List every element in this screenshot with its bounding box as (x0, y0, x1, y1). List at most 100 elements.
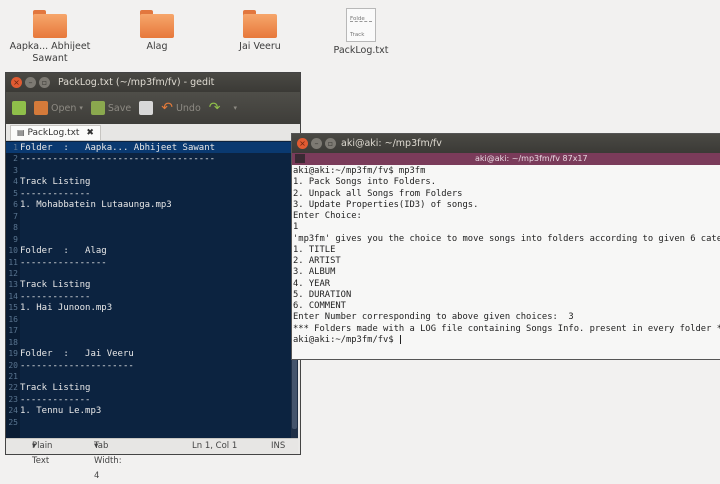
line-number: 2 (13, 154, 18, 164)
line-number: 4 (13, 177, 18, 187)
terminal-line-text: 2. Unpack all Songs from Folders (293, 188, 463, 199)
editor-line: 4 Track Listing (6, 176, 90, 187)
maximize-icon[interactable]: ▫ (325, 138, 336, 149)
new-button[interactable] (12, 101, 26, 115)
editor-line: 20 --------------------- (6, 360, 134, 371)
redo-button[interactable]: ↷ ▾ (209, 100, 237, 116)
close-tab-icon[interactable]: ✖ (86, 128, 94, 138)
terminal-titlebar[interactable]: × – ▫ aki@aki: ~/mp3fm/fv (292, 134, 720, 153)
folder-icon (243, 10, 277, 38)
editor-line: 25 (6, 417, 20, 428)
desktop-icon-label: Jai Veeru (239, 41, 281, 52)
line-text: 1. Hai Junoon.mp3 (20, 303, 113, 314)
editor-line: 9 (6, 234, 20, 245)
desktop-icon-packlog[interactable]: Folde Track PackLog.txt (316, 6, 406, 57)
language-selector[interactable]: Plain Text ▾ (32, 439, 52, 466)
print-button[interactable] (139, 101, 154, 115)
folder-icon (140, 10, 174, 38)
new-document-icon (12, 101, 26, 115)
editor-line: 14 ------------- (6, 291, 90, 302)
terminal-line: 1. TITLE (293, 245, 335, 256)
editor-line: 18 (6, 337, 20, 348)
terminal-line: 4. YEAR (293, 279, 330, 290)
editor-line: 3 (6, 165, 20, 176)
editor-line: 23 ------------- (6, 394, 90, 405)
desktop-icon-label: PackLog.txt (333, 45, 389, 56)
gedit-window: × – ▫ PackLog.txt (~/mp3fm/fv) - gedit O… (5, 72, 301, 481)
save-icon (90, 101, 105, 115)
close-icon[interactable]: × (11, 77, 22, 88)
line-number: 9 (13, 234, 18, 244)
undo-icon: ↶ (161, 100, 173, 116)
terminal-line: 6. COMMENT (293, 301, 346, 312)
print-icon (139, 101, 154, 115)
terminal-tab[interactable]: aki@aki: ~/mp3fm/fv 87x17 (292, 153, 720, 165)
editor-line: 17 (6, 325, 20, 336)
desktop-icon-folder-alag[interactable]: Alag (112, 6, 202, 53)
undo-button[interactable]: ↶ Undo (161, 100, 201, 116)
desktop-icon-folder-aapka[interactable]: Aapka... Abhijeet Sawant (5, 6, 95, 65)
chevron-down-icon[interactable]: ▾ (79, 104, 83, 112)
line-number: 17 (8, 326, 18, 336)
line-number: 22 (8, 383, 18, 393)
tab-packlog[interactable]: ▤ PackLog.txt ✖ (10, 125, 101, 140)
line-number: 21 (8, 372, 18, 381)
editor-line: 8 (6, 222, 20, 233)
line-text: ---------------- (20, 257, 107, 268)
line-text: 1. Tennu Le.mp3 (20, 406, 102, 417)
terminal-line: 3. ALBUM (293, 267, 335, 278)
open-button[interactable]: Open ▾ (34, 101, 83, 115)
terminal-line: 'mp3fm' gives you the choice to move son… (293, 234, 720, 245)
line-number: 14 (8, 291, 18, 301)
minimize-icon[interactable]: – (311, 138, 322, 149)
terminal-output[interactable]: aki@aki:~/mp3fm/fv$ mp3fm 1. Pack Songs i… (292, 165, 720, 359)
terminal-line-text: *** Folders made with a LOG file contain… (293, 323, 720, 334)
redo-icon: ↷ (208, 100, 221, 116)
line-number: 1 (13, 143, 18, 152)
gedit-titlebar[interactable]: × – ▫ PackLog.txt (~/mp3fm/fv) - gedit (6, 73, 300, 92)
desktop-icon-folder-jai-veeru[interactable]: Jai Veeru (215, 6, 305, 53)
line-text: --------------------- (20, 360, 134, 371)
terminal-line-text: 2. ARTIST (293, 256, 341, 266)
editor-line: 12 (6, 268, 20, 279)
line-number: 5 (13, 188, 18, 198)
line-text: Folder : Jai Veeru (20, 349, 134, 360)
terminal-line-text: 3. ALBUM (293, 267, 336, 278)
editor-line: 10 Folder : Alag (6, 245, 106, 256)
terminal-line-text: 4. YEAR (293, 278, 331, 289)
text-file-icon: ▤ (17, 128, 25, 137)
line-number: 13 (8, 280, 18, 290)
editor-line: 15 1. Hai Junoon.mp3 (6, 302, 112, 313)
close-icon[interactable]: × (297, 138, 308, 149)
editor-line: 7 (6, 211, 20, 222)
line-number: 19 (8, 349, 18, 359)
gedit-toolbar: Open ▾ Save ↶ Undo ↷ ▾ (6, 92, 300, 124)
terminal-window: × – ▫ aki@aki: ~/mp3fm/fv aki@aki: ~/mp3… (291, 133, 720, 360)
minimize-icon[interactable]: – (25, 77, 36, 88)
editor-line: 2 ------------------------------------ (6, 153, 215, 164)
editor-line: 5 ------------- (6, 188, 90, 199)
line-number: 8 (13, 223, 18, 233)
terminal-line: 1. Pack Songs into Folders. (293, 177, 436, 188)
maximize-icon[interactable]: ▫ (39, 77, 50, 88)
terminal-line: 1 (293, 222, 298, 233)
line-text: ------------------------------------ (20, 154, 216, 165)
line-text: ------------- (20, 394, 91, 405)
terminal-line: Enter Number corresponding to above give… (293, 312, 574, 323)
save-button[interactable]: Save (90, 101, 131, 115)
terminal-line-text: aki@aki:~/mp3fm/fv$ mp3fm (293, 166, 426, 176)
editor-line: 22 Track Listing (6, 382, 90, 393)
editor-line: 16 (6, 314, 20, 325)
terminal-line-text: Enter Choice: (293, 211, 362, 221)
folder-icon (33, 10, 67, 38)
terminal-line: aki@aki:~/mp3fm/fv$ mp3fm (293, 166, 425, 177)
desktop-icon-label: Alag (146, 41, 168, 52)
chevron-down-icon[interactable]: ▾ (234, 104, 238, 112)
insert-mode: INS (271, 441, 286, 451)
text-editor[interactable]: 1 Folder : Aapka... Abhijeet Sawant 2 -----… (6, 141, 298, 439)
tab-width-selector[interactable]: Tab Width: 4 ▾ (94, 439, 122, 481)
cursor-position: Ln 1, Col 1 (192, 441, 238, 451)
terminal-line-text: 1 (293, 222, 299, 233)
terminal-line-text: 5. DURATION (293, 289, 352, 300)
desktop-icon-label: Aapka... Abhijeet Sawant (9, 41, 91, 64)
